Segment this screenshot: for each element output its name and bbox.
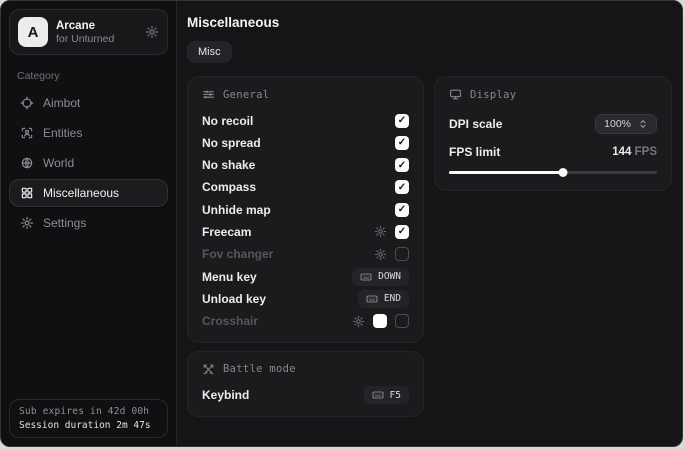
setting-row: Compass ✓ bbox=[202, 180, 409, 195]
monitor-icon bbox=[449, 88, 462, 101]
fps-limit-slider[interactable] bbox=[449, 167, 657, 177]
category-nav: Aimbot Entities World Miscellaneous Settings bbox=[9, 89, 168, 237]
checkbox[interactable]: ✓ bbox=[395, 203, 409, 217]
setting-row: Menu key DOWN bbox=[202, 269, 409, 284]
fps-limit-label: FPS limit bbox=[449, 145, 500, 159]
setting-label: No spread bbox=[202, 136, 261, 150]
checkbox[interactable]: ✓ bbox=[395, 136, 409, 150]
card-title: General bbox=[223, 89, 269, 101]
general-rows: No recoil✓No spread✓No shake✓Compass✓Unh… bbox=[202, 113, 409, 329]
app-name: Arcane bbox=[56, 20, 137, 32]
sidebar-item-entities[interactable]: Entities bbox=[9, 119, 168, 147]
sub-expiry-text: Sub expires in 42d 00h bbox=[19, 406, 158, 417]
dpi-scale-label: DPI scale bbox=[449, 117, 502, 131]
slider-thumb[interactable] bbox=[559, 168, 568, 177]
subscription-status: Sub expires in 42d 00h Session duration … bbox=[9, 399, 168, 438]
keybind-button[interactable]: F5 bbox=[364, 386, 409, 404]
sidebar-item-miscellaneous[interactable]: Miscellaneous bbox=[9, 179, 168, 207]
main-panel: Miscellaneous Misc General No recoil✓No … bbox=[177, 1, 682, 446]
dpi-scale-select[interactable]: 100% bbox=[595, 114, 657, 134]
checkbox[interactable]: ✓ bbox=[395, 225, 409, 239]
dpi-scale-row: DPI scale 100% bbox=[449, 114, 657, 134]
checkbox[interactable]: ✓ bbox=[395, 158, 409, 172]
setting-label: No recoil bbox=[202, 114, 253, 128]
setting-row: Unload key END bbox=[202, 291, 409, 306]
app-header: A Arcane for Unturned bbox=[9, 9, 168, 55]
battle-rows: Keybind F5 bbox=[202, 388, 409, 403]
setting-row: Fov changer bbox=[202, 247, 409, 262]
world-icon bbox=[20, 156, 34, 170]
sidebar-item-settings[interactable]: Settings bbox=[9, 209, 168, 237]
sidebar-item-label: Settings bbox=[43, 216, 86, 230]
checkbox[interactable] bbox=[395, 247, 409, 261]
sidebar-item-label: Miscellaneous bbox=[43, 186, 119, 200]
crosshair-icon bbox=[20, 96, 34, 110]
keyboard-icon bbox=[360, 271, 372, 283]
setting-label: Unload key bbox=[202, 292, 266, 306]
dpi-scale-value: 100% bbox=[604, 118, 631, 130]
entities-icon bbox=[20, 126, 34, 140]
setting-row: No shake ✓ bbox=[202, 158, 409, 173]
setting-row: No spread ✓ bbox=[202, 135, 409, 150]
gear-icon[interactable] bbox=[352, 315, 365, 328]
chevrons-up-down-icon bbox=[638, 119, 648, 129]
key-label: END bbox=[384, 293, 401, 304]
battle-mode-card: Battle mode Keybind F5 bbox=[187, 351, 424, 417]
setting-row: No recoil ✓ bbox=[202, 113, 409, 128]
setting-label: Compass bbox=[202, 180, 256, 194]
app-subtitle: for Unturned bbox=[56, 33, 137, 45]
setting-label: Fov changer bbox=[202, 247, 273, 261]
sidebar-item-world[interactable]: World bbox=[9, 149, 168, 177]
card-title: Display bbox=[470, 89, 516, 101]
setting-label: Keybind bbox=[202, 388, 249, 402]
sidebar-item-label: World bbox=[43, 156, 74, 170]
setting-row: Unhide map ✓ bbox=[202, 202, 409, 217]
gear-icon bbox=[20, 216, 34, 230]
setting-label: Crosshair bbox=[202, 314, 258, 328]
fps-limit-row: FPS limit 144 FPS bbox=[449, 144, 657, 159]
checkbox[interactable]: ✓ bbox=[395, 180, 409, 194]
keyboard-icon bbox=[366, 293, 378, 305]
gear-icon[interactable] bbox=[145, 25, 159, 39]
sidebar-item-label: Aimbot bbox=[43, 96, 80, 110]
grid-icon bbox=[20, 186, 34, 200]
keybind-button[interactable]: DOWN bbox=[352, 268, 409, 286]
key-label: DOWN bbox=[378, 271, 401, 282]
category-label: Category bbox=[17, 70, 160, 82]
card-title: Battle mode bbox=[223, 363, 296, 375]
swords-icon bbox=[202, 363, 215, 376]
sidebar: A Arcane for Unturned Category Aimbot Ent… bbox=[1, 1, 177, 446]
gear-icon[interactable] bbox=[374, 248, 387, 261]
session-duration-text: Session duration 2m 47s bbox=[19, 420, 158, 431]
setting-row: Crosshair bbox=[202, 314, 409, 329]
fps-limit-value: 144 FPS bbox=[612, 146, 657, 158]
page-title: Miscellaneous bbox=[187, 15, 668, 30]
app-window: A Arcane for Unturned Category Aimbot Ent… bbox=[0, 0, 683, 447]
setting-label: Unhide map bbox=[202, 203, 271, 217]
checkbox[interactable] bbox=[395, 314, 409, 328]
key-label: F5 bbox=[390, 390, 401, 401]
sidebar-item-label: Entities bbox=[43, 126, 82, 140]
sliders-icon bbox=[202, 88, 215, 101]
setting-label: Menu key bbox=[202, 270, 257, 284]
keyboard-icon bbox=[372, 389, 384, 401]
keybind-button[interactable]: END bbox=[358, 290, 409, 308]
color-swatch[interactable] bbox=[373, 314, 387, 328]
setting-row: Keybind F5 bbox=[202, 388, 409, 403]
tab-misc[interactable]: Misc bbox=[187, 41, 232, 63]
gear-icon[interactable] bbox=[374, 225, 387, 238]
display-card: Display DPI scale 100% FPS limit 144 FPS bbox=[434, 76, 672, 191]
general-card: General No recoil✓No spread✓No shake✓Com… bbox=[187, 76, 424, 343]
sidebar-item-aimbot[interactable]: Aimbot bbox=[9, 89, 168, 117]
setting-row: Freecam ✓ bbox=[202, 224, 409, 239]
checkbox[interactable]: ✓ bbox=[395, 114, 409, 128]
setting-label: No shake bbox=[202, 158, 255, 172]
setting-label: Freecam bbox=[202, 225, 251, 239]
app-avatar: A bbox=[18, 17, 48, 47]
